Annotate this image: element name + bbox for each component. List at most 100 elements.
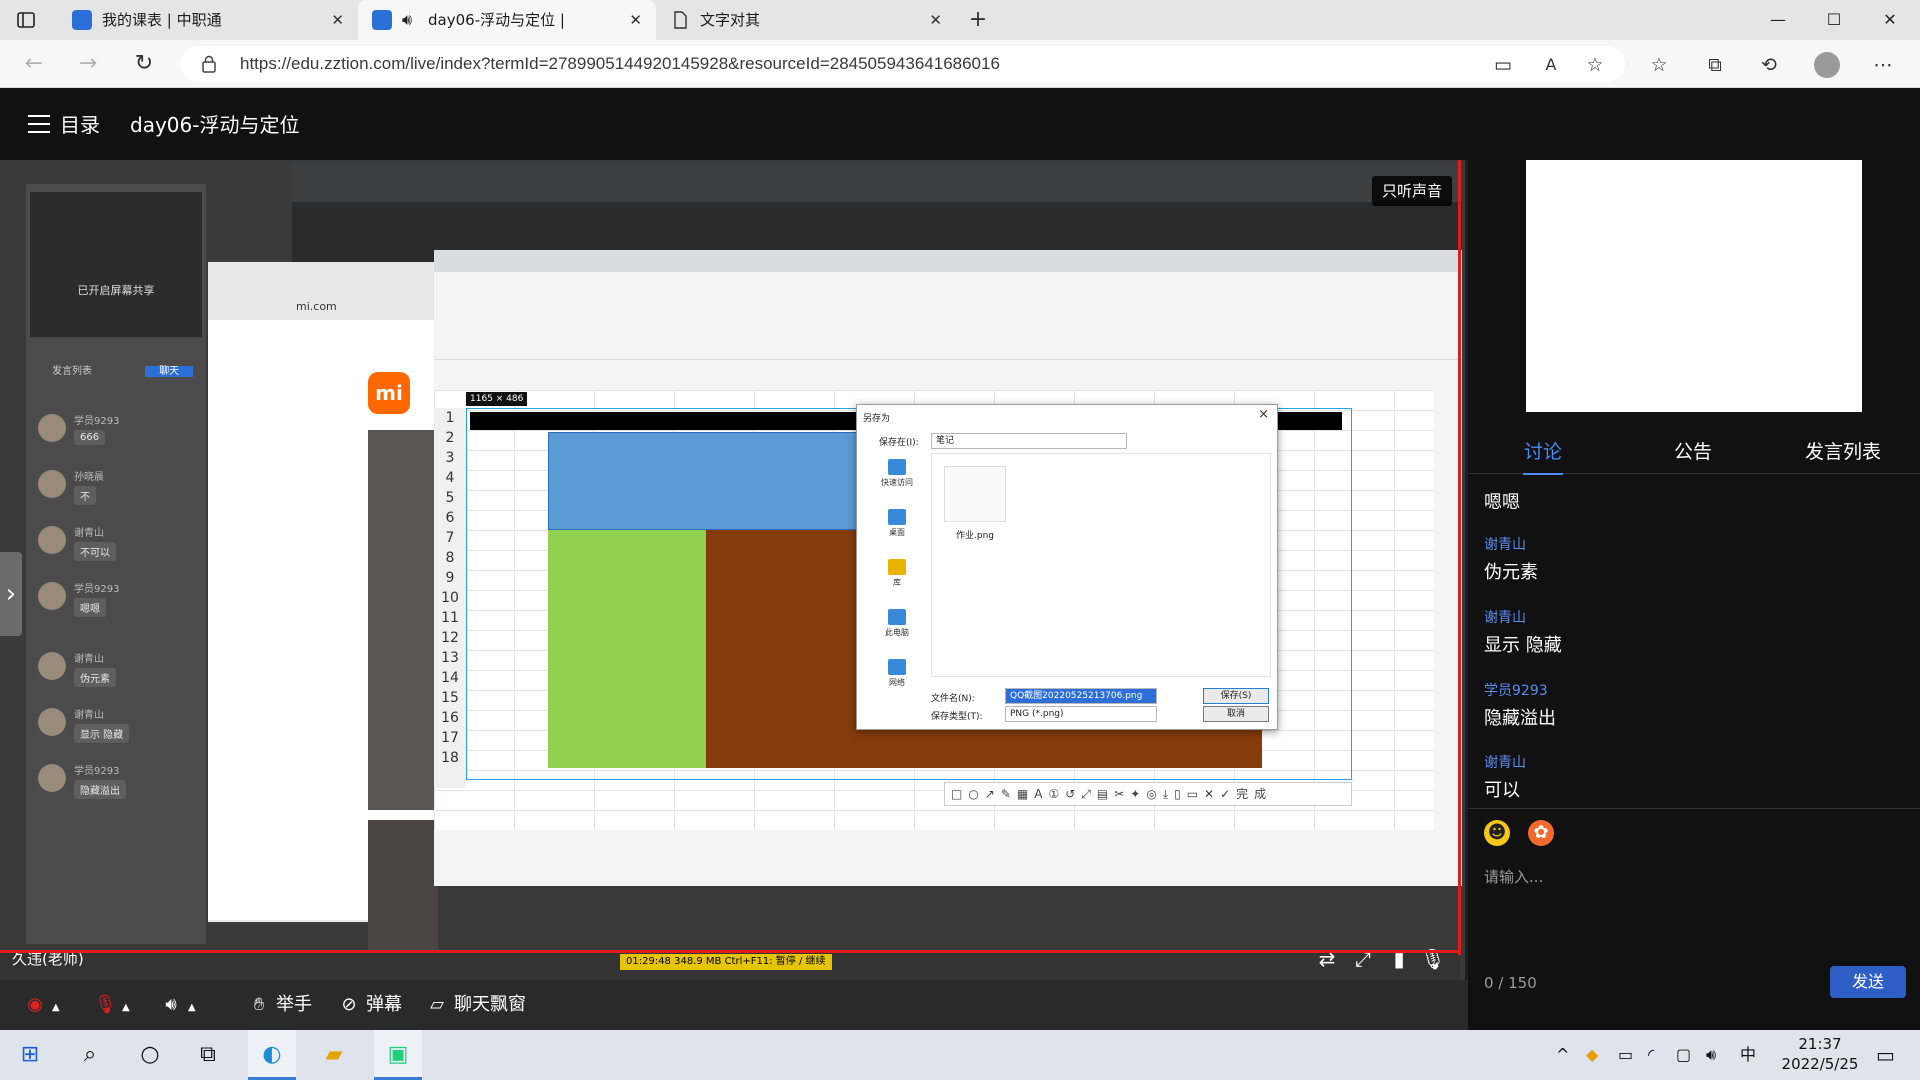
- emoji-icon[interactable]: ☻: [1484, 820, 1510, 846]
- url-field[interactable]: https://edu.zztion.com/live/index?termId…: [180, 46, 1625, 82]
- tab-label: 我的课表 | 中职通: [102, 11, 222, 29]
- close-tab-icon[interactable]: ✕: [331, 0, 344, 40]
- tab-speaker-list[interactable]: 发言列表: [1768, 430, 1918, 474]
- screen-icon[interactable]: ▢: [1676, 1030, 1691, 1080]
- camera-off-icon: ◉: [27, 994, 43, 1015]
- chat-input[interactable]: 请输入...: [1484, 866, 1543, 887]
- notification-icon[interactable]: ▭: [1876, 1030, 1895, 1080]
- taskbar-clock[interactable]: 21:37 2022/5/25: [1770, 1034, 1870, 1074]
- wifi-icon[interactable]: ◜: [1648, 1030, 1654, 1080]
- add-favorite-icon[interactable]: ☆: [1582, 52, 1608, 78]
- chat-message: 嗯嗯: [1484, 484, 1904, 514]
- forward-button[interactable]: →: [74, 50, 102, 78]
- tab-day06[interactable]: 🔊︎ day06-浮动与定位 | ✕: [358, 0, 656, 40]
- back-button[interactable]: ←: [20, 50, 48, 78]
- save-button[interactable]: 保存(S): [1203, 688, 1269, 704]
- task-view-icon[interactable]: ⧉: [184, 1030, 232, 1080]
- avatar: [38, 708, 66, 736]
- mic-off-icon: 🎙︎: [94, 994, 117, 1015]
- save-in-select[interactable]: 笔记: [931, 433, 1127, 449]
- shared-ide-menubar: [292, 162, 1462, 202]
- toc-button[interactable]: 目录: [60, 109, 100, 138]
- barrage-button[interactable]: ⊘ 弹幕: [338, 980, 402, 1030]
- file-list: 作业.png: [931, 453, 1271, 677]
- folder-icon: [888, 559, 906, 575]
- sidebar-this-pc[interactable]: 此电脑: [867, 609, 927, 655]
- filename-label: 文件名(N):: [931, 694, 975, 704]
- raise-hand-label: 举手: [276, 994, 312, 1015]
- tab-actions-icon[interactable]: [16, 10, 36, 30]
- row-number: 3: [445, 450, 455, 466]
- sidebar-network[interactable]: 网络: [867, 659, 927, 705]
- collections-icon[interactable]: ⧉: [1702, 52, 1728, 78]
- close-tab-icon[interactable]: ✕: [929, 0, 942, 40]
- cortana-icon[interactable]: ○: [126, 1030, 174, 1080]
- file-thumbnail[interactable]: [944, 466, 1006, 522]
- profile-avatar[interactable]: [1814, 52, 1840, 78]
- lock-icon[interactable]: [202, 55, 216, 73]
- tray-app-icon[interactable]: ◆: [1586, 1030, 1598, 1080]
- volume-toggle[interactable]: 🔊︎ ▲: [160, 980, 195, 1030]
- shared-tab-chat: 聊天: [145, 366, 194, 377]
- filetype-select[interactable]: PNG (*.png): [1005, 706, 1157, 722]
- maximize-button[interactable]: ☐: [1806, 0, 1862, 40]
- minimize-button[interactable]: —: [1750, 0, 1806, 40]
- audio-only-button[interactable]: 只听声音: [1372, 176, 1453, 206]
- sidebar-library[interactable]: 库: [867, 559, 927, 605]
- chat-message: 学员9293 隐藏溢出: [1484, 680, 1904, 730]
- menu-icon[interactable]: [28, 115, 50, 133]
- volume-tray-icon[interactable]: 🔊︎: [1706, 1030, 1716, 1080]
- expand-toc-arrow[interactable]: ›: [0, 552, 22, 636]
- file-explorer-icon[interactable]: ▰: [310, 1030, 358, 1080]
- speaker-icon[interactable]: 🔊︎: [402, 0, 412, 40]
- barrage-icon: ⊘: [341, 994, 357, 1015]
- tray-overflow-icon[interactable]: ^: [1556, 1030, 1569, 1080]
- reload-button[interactable]: ↻: [130, 50, 158, 78]
- read-aloud-icon[interactable]: A: [1538, 52, 1564, 78]
- chat-float-label: 聊天飘窗: [454, 994, 526, 1015]
- new-tab-button[interactable]: +: [966, 0, 990, 40]
- avatar: [38, 652, 66, 680]
- row-number: 13: [441, 650, 459, 666]
- capture-toolbar[interactable]: □○↗✎▦A①↺⤢▤✂✦◎⤓▯▭✕✓完成: [944, 782, 1352, 806]
- tab-announcement[interactable]: 公告: [1618, 430, 1768, 474]
- tab-discussion[interactable]: 讨论: [1468, 430, 1618, 475]
- desktop-icon: [888, 509, 906, 525]
- raise-hand-button[interactable]: ✋︎ 举手: [248, 980, 312, 1030]
- edge-browser-icon[interactable]: ◐: [248, 1030, 296, 1080]
- pycharm-icon[interactable]: ▣: [374, 1030, 422, 1080]
- row-number: 7: [445, 530, 455, 546]
- filename-input[interactable]: QQ截图20220525213706.png: [1005, 688, 1157, 704]
- tab-my-schedule[interactable]: 我的课表 | 中职通 ✕: [58, 0, 358, 40]
- shared-mi-page: mi: [208, 320, 438, 950]
- message-author: 谢青山: [1484, 755, 1526, 771]
- cancel-button[interactable]: 取消: [1203, 706, 1269, 722]
- live-video[interactable]: 已开启屏幕共享 发言列表 聊天 学员9293 666 孙晓晨不 谢青山 不可以 学员…: [0, 160, 1465, 980]
- ime-indicator[interactable]: 中: [1740, 1030, 1756, 1080]
- sync-icon[interactable]: ⟲: [1756, 52, 1782, 78]
- tab-text-align[interactable]: 文字对其 ✕: [656, 0, 956, 40]
- battery-icon[interactable]: ▭: [1618, 1030, 1633, 1080]
- sidebar-desktop[interactable]: 桌面: [867, 509, 927, 555]
- shared-chat-text: 666: [74, 430, 106, 445]
- send-button[interactable]: 发送: [1830, 966, 1906, 998]
- camera-blocked-icon[interactable]: ▭: [1490, 52, 1516, 78]
- dialog-close-icon[interactable]: ×: [1258, 407, 1269, 422]
- hand-icon: ✋︎: [253, 994, 265, 1015]
- row-number: 5: [445, 490, 455, 506]
- message-text: 隐藏溢出: [1484, 708, 1556, 729]
- gift-icon[interactable]: ✿: [1528, 820, 1554, 846]
- chat-float-button[interactable]: ▱ 聊天飘窗: [426, 980, 526, 1030]
- dialog-sidebar: 快速访问 桌面 库 此电脑 网络: [867, 455, 927, 695]
- sidebar-quick-access[interactable]: 快速访问: [867, 459, 927, 505]
- mic-toggle[interactable]: 🎙︎ ▲: [94, 980, 130, 1030]
- favorites-icon[interactable]: ☆: [1646, 52, 1672, 78]
- close-tab-icon[interactable]: ✕: [629, 0, 642, 40]
- search-icon[interactable]: ⌕: [66, 1030, 114, 1080]
- panel-divider: [1468, 808, 1920, 809]
- more-menu-icon[interactable]: ⋯: [1870, 52, 1896, 78]
- computer-icon: [888, 609, 906, 625]
- camera-toggle[interactable]: ◉ ▲: [24, 980, 60, 1030]
- close-window-button[interactable]: ✕: [1862, 0, 1918, 40]
- windows-start-icon[interactable]: ⊞: [6, 1030, 54, 1080]
